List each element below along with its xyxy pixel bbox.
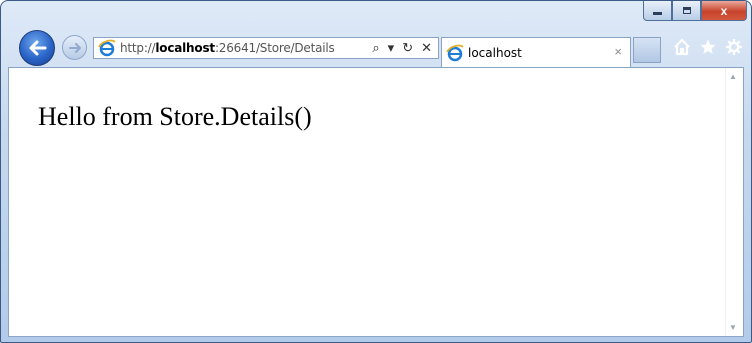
favorites-star-icon[interactable] — [699, 38, 717, 56]
maximize-icon — [682, 7, 691, 14]
forward-button[interactable] — [62, 35, 87, 60]
tab-title: localhost — [468, 45, 522, 60]
refresh-icon[interactable]: ↻ — [402, 40, 413, 56]
minimize-icon — [653, 12, 662, 15]
forward-arrow-icon — [68, 42, 81, 53]
window-controls: x — [643, 1, 747, 21]
new-tab-button[interactable] — [633, 37, 661, 63]
ie-tab-icon — [446, 44, 464, 61]
ie-page-icon — [98, 39, 116, 57]
maximize-button[interactable] — [672, 1, 701, 21]
dropdown-icon[interactable]: ▾ — [388, 40, 395, 56]
page-heading: Hello from Store.Details() — [38, 102, 312, 131]
browser-toolbar — [673, 38, 743, 56]
home-icon[interactable] — [673, 38, 691, 56]
vertical-scrollbar[interactable]: ▲ ▼ — [725, 68, 743, 336]
stop-icon[interactable]: ✕ — [421, 40, 432, 56]
back-arrow-icon — [29, 40, 47, 56]
minimize-button[interactable] — [643, 1, 672, 21]
url-text[interactable]: http://localhost:26641/Store/Details — [120, 41, 335, 55]
page-content: Hello from Store.Details() ▲ ▼ — [8, 67, 744, 337]
scroll-up-icon[interactable]: ▲ — [729, 72, 737, 81]
search-icon[interactable]: ⌕ — [372, 40, 379, 56]
address-tools: ⌕ ▾ ↻ ✕ — [372, 40, 432, 56]
close-button[interactable]: x — [701, 1, 747, 21]
close-icon: x — [720, 3, 728, 18]
tab-close-icon[interactable]: × — [614, 44, 622, 59]
address-bar[interactable]: http://localhost:26641/Store/Details ⌕ ▾… — [93, 37, 439, 59]
tools-gear-icon[interactable] — [725, 38, 743, 56]
tab-localhost[interactable]: localhost × — [441, 37, 631, 67]
scroll-down-icon[interactable]: ▼ — [729, 323, 737, 332]
back-button[interactable] — [19, 30, 55, 66]
browser-window: x http://localhost:26641/Store/Details ⌕… — [0, 0, 752, 343]
